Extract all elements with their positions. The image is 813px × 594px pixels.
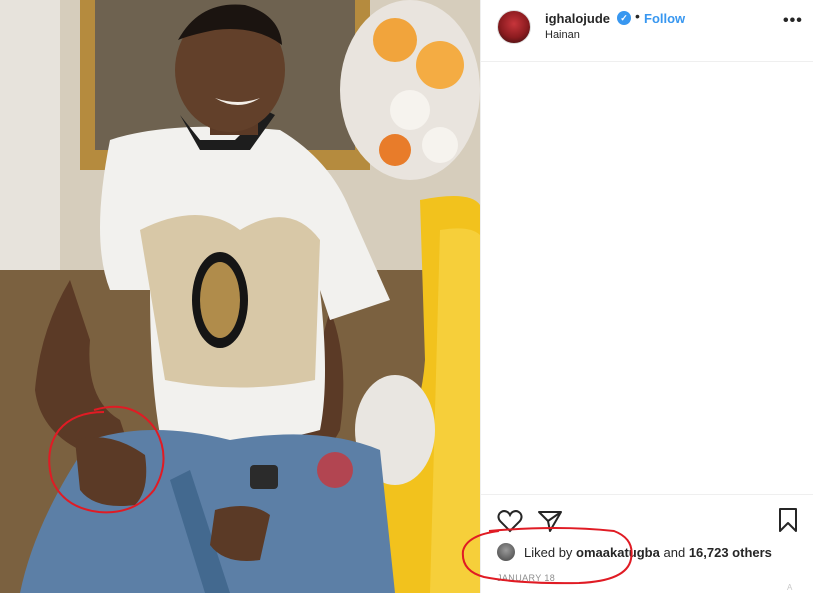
follow-button[interactable]: Follow bbox=[644, 11, 685, 26]
profile-avatar[interactable] bbox=[497, 10, 531, 44]
liker-avatar[interactable] bbox=[497, 543, 515, 561]
liked-by-text: Liked by omaakatugba and 16,723 others bbox=[524, 545, 772, 560]
post-actions: Liked by omaakatugba and 16,723 others J… bbox=[481, 494, 813, 594]
post-photo[interactable] bbox=[0, 0, 480, 593]
heart-icon[interactable] bbox=[497, 509, 523, 538]
liked-by-and: and bbox=[663, 545, 686, 560]
bookmark-icon[interactable] bbox=[777, 507, 799, 538]
corner-fragment-text: A bbox=[787, 583, 793, 592]
liked-by-prefix: Liked by bbox=[524, 545, 573, 560]
more-options-icon[interactable]: ••• bbox=[783, 12, 803, 30]
others-count-link[interactable]: 16,723 others bbox=[689, 545, 772, 560]
paper-plane-icon[interactable] bbox=[537, 509, 563, 538]
verified-badge-icon: ✓ bbox=[617, 11, 631, 25]
liker-username-link[interactable]: omaakatugba bbox=[576, 545, 660, 560]
post-date[interactable]: JANUARY 18 bbox=[497, 573, 555, 583]
post-header: ighalojude ✓ • Follow Hainan ••• bbox=[481, 0, 813, 62]
location-link[interactable]: Hainan bbox=[545, 29, 580, 41]
post-photo-image bbox=[0, 0, 480, 593]
username-link[interactable]: ighalojude bbox=[545, 11, 610, 26]
post-side-panel: ighalojude ✓ • Follow Hainan ••• Liked b… bbox=[480, 0, 813, 593]
separator-dot: • bbox=[635, 8, 640, 24]
